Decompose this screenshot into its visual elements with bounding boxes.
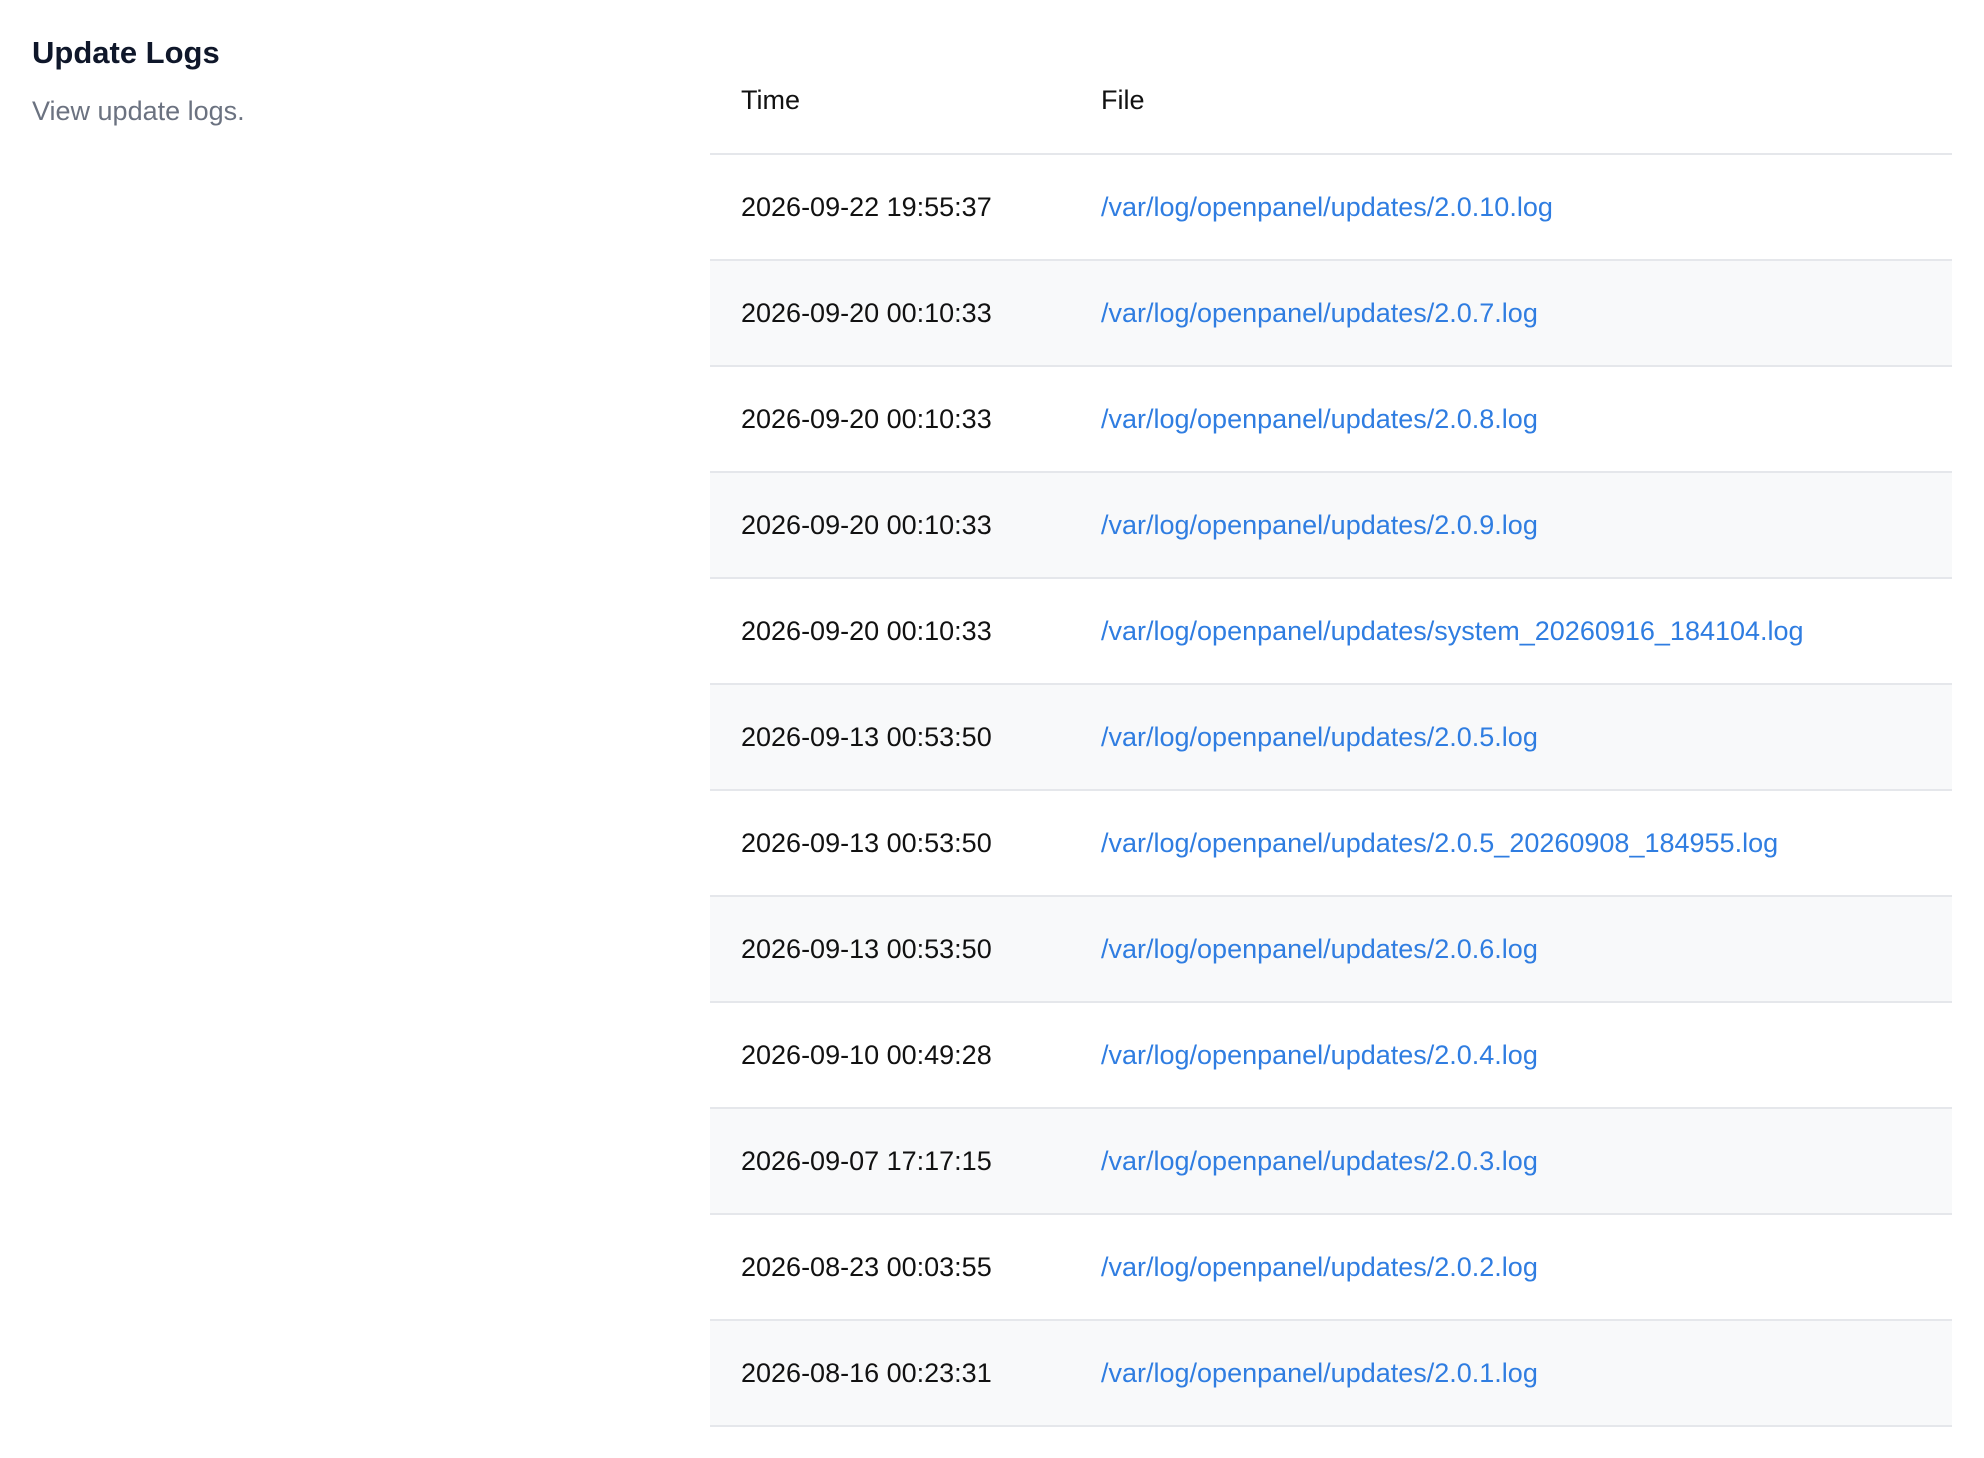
- log-file-link[interactable]: /var/log/openpanel/updates/2.0.4.log: [1101, 1040, 1538, 1070]
- table-row: 2026-09-20 00:10:33 /var/log/openpanel/u…: [710, 578, 1952, 685]
- log-time: 2026-08-23 00:03:55: [710, 1214, 1070, 1321]
- log-file-cell: /var/log/openpanel/updates/2.0.6.log: [1070, 896, 1952, 1003]
- log-file-link[interactable]: /var/log/openpanel/updates/2.0.10.log: [1101, 192, 1553, 222]
- log-time: 2026-09-10 00:49:28: [710, 1002, 1070, 1109]
- update-logs-page: Update Logs View update logs. Time File …: [0, 0, 1984, 1458]
- log-file-link[interactable]: /var/log/openpanel/updates/2.0.7.log: [1101, 298, 1538, 328]
- table-row: 2026-09-20 00:10:33 /var/log/openpanel/u…: [710, 260, 1952, 367]
- log-file-cell: /var/log/openpanel/updates/system_202609…: [1070, 578, 1952, 685]
- log-file-cell: /var/log/openpanel/updates/2.0.8.log: [1070, 366, 1952, 473]
- log-file-link[interactable]: /var/log/openpanel/updates/2.0.1.log: [1101, 1358, 1538, 1388]
- log-file-link[interactable]: /var/log/openpanel/updates/2.0.6.log: [1101, 934, 1538, 964]
- log-time: 2026-09-07 17:17:15: [710, 1108, 1070, 1215]
- log-file-cell: /var/log/openpanel/updates/2.0.2.log: [1070, 1214, 1952, 1321]
- log-file-cell: /var/log/openpanel/updates/2.0.1.log: [1070, 1320, 1952, 1427]
- log-time: 2026-08-16 00:23:31: [710, 1320, 1070, 1427]
- log-file-link[interactable]: /var/log/openpanel/updates/2.0.5_2026090…: [1101, 828, 1778, 858]
- log-file-link[interactable]: /var/log/openpanel/updates/2.0.2.log: [1101, 1252, 1538, 1282]
- table-header: Time File: [710, 48, 1952, 155]
- section-description: View update logs.: [32, 96, 245, 126]
- log-file-cell: /var/log/openpanel/updates/2.0.5.log: [1070, 684, 1952, 791]
- table-row: 2026-09-13 00:53:50 /var/log/openpanel/u…: [710, 684, 1952, 791]
- log-time: 2026-09-13 00:53:50: [710, 790, 1070, 897]
- update-logs-table: Time File 2026-09-22 19:55:37 /var/log/o…: [710, 48, 1952, 1427]
- log-time: 2026-09-22 19:55:37: [710, 154, 1070, 261]
- log-file-cell: /var/log/openpanel/updates/2.0.10.log: [1070, 154, 1952, 261]
- table-row: 2026-09-13 00:53:50 /var/log/openpanel/u…: [710, 790, 1952, 897]
- table-header-row: Time File: [710, 48, 1952, 155]
- log-time: 2026-09-13 00:53:50: [710, 684, 1070, 791]
- table-row: 2026-08-16 00:23:31 /var/log/openpanel/u…: [710, 1320, 1952, 1427]
- column-header-file: File: [1070, 48, 1952, 155]
- table-row: 2026-09-13 00:53:50 /var/log/openpanel/u…: [710, 896, 1952, 1003]
- log-time: 2026-09-20 00:10:33: [710, 578, 1070, 685]
- log-file-cell: /var/log/openpanel/updates/2.0.4.log: [1070, 1002, 1952, 1109]
- log-file-link[interactable]: /var/log/openpanel/updates/2.0.5.log: [1101, 722, 1538, 752]
- table-row: 2026-09-22 19:55:37 /var/log/openpanel/u…: [710, 154, 1952, 261]
- log-time: 2026-09-20 00:10:33: [710, 366, 1070, 473]
- log-file-cell: /var/log/openpanel/updates/2.0.9.log: [1070, 472, 1952, 579]
- log-time: 2026-09-13 00:53:50: [710, 896, 1070, 1003]
- log-file-cell: /var/log/openpanel/updates/2.0.3.log: [1070, 1108, 1952, 1215]
- table-row: 2026-09-20 00:10:33 /var/log/openpanel/u…: [710, 472, 1952, 579]
- log-file-link[interactable]: /var/log/openpanel/updates/2.0.3.log: [1101, 1146, 1538, 1176]
- log-file-link[interactable]: /var/log/openpanel/updates/2.0.8.log: [1101, 404, 1538, 434]
- log-file-link[interactable]: /var/log/openpanel/updates/2.0.9.log: [1101, 510, 1538, 540]
- column-header-time: Time: [710, 48, 1070, 155]
- log-file-cell: /var/log/openpanel/updates/2.0.5_2026090…: [1070, 790, 1952, 897]
- log-time: 2026-09-20 00:10:33: [710, 472, 1070, 579]
- log-file-link[interactable]: /var/log/openpanel/updates/system_202609…: [1101, 616, 1804, 646]
- table-row: 2026-09-10 00:49:28 /var/log/openpanel/u…: [710, 1002, 1952, 1109]
- log-file-cell: /var/log/openpanel/updates/2.0.7.log: [1070, 260, 1952, 367]
- table-body: 2026-09-22 19:55:37 /var/log/openpanel/u…: [710, 154, 1952, 1427]
- log-time: 2026-09-20 00:10:33: [710, 260, 1070, 367]
- table-row: 2026-08-23 00:03:55 /var/log/openpanel/u…: [710, 1214, 1952, 1321]
- table-row: 2026-09-20 00:10:33 /var/log/openpanel/u…: [710, 366, 1952, 473]
- section-title: Update Logs: [32, 35, 220, 70]
- table-row: 2026-09-07 17:17:15 /var/log/openpanel/u…: [710, 1108, 1952, 1215]
